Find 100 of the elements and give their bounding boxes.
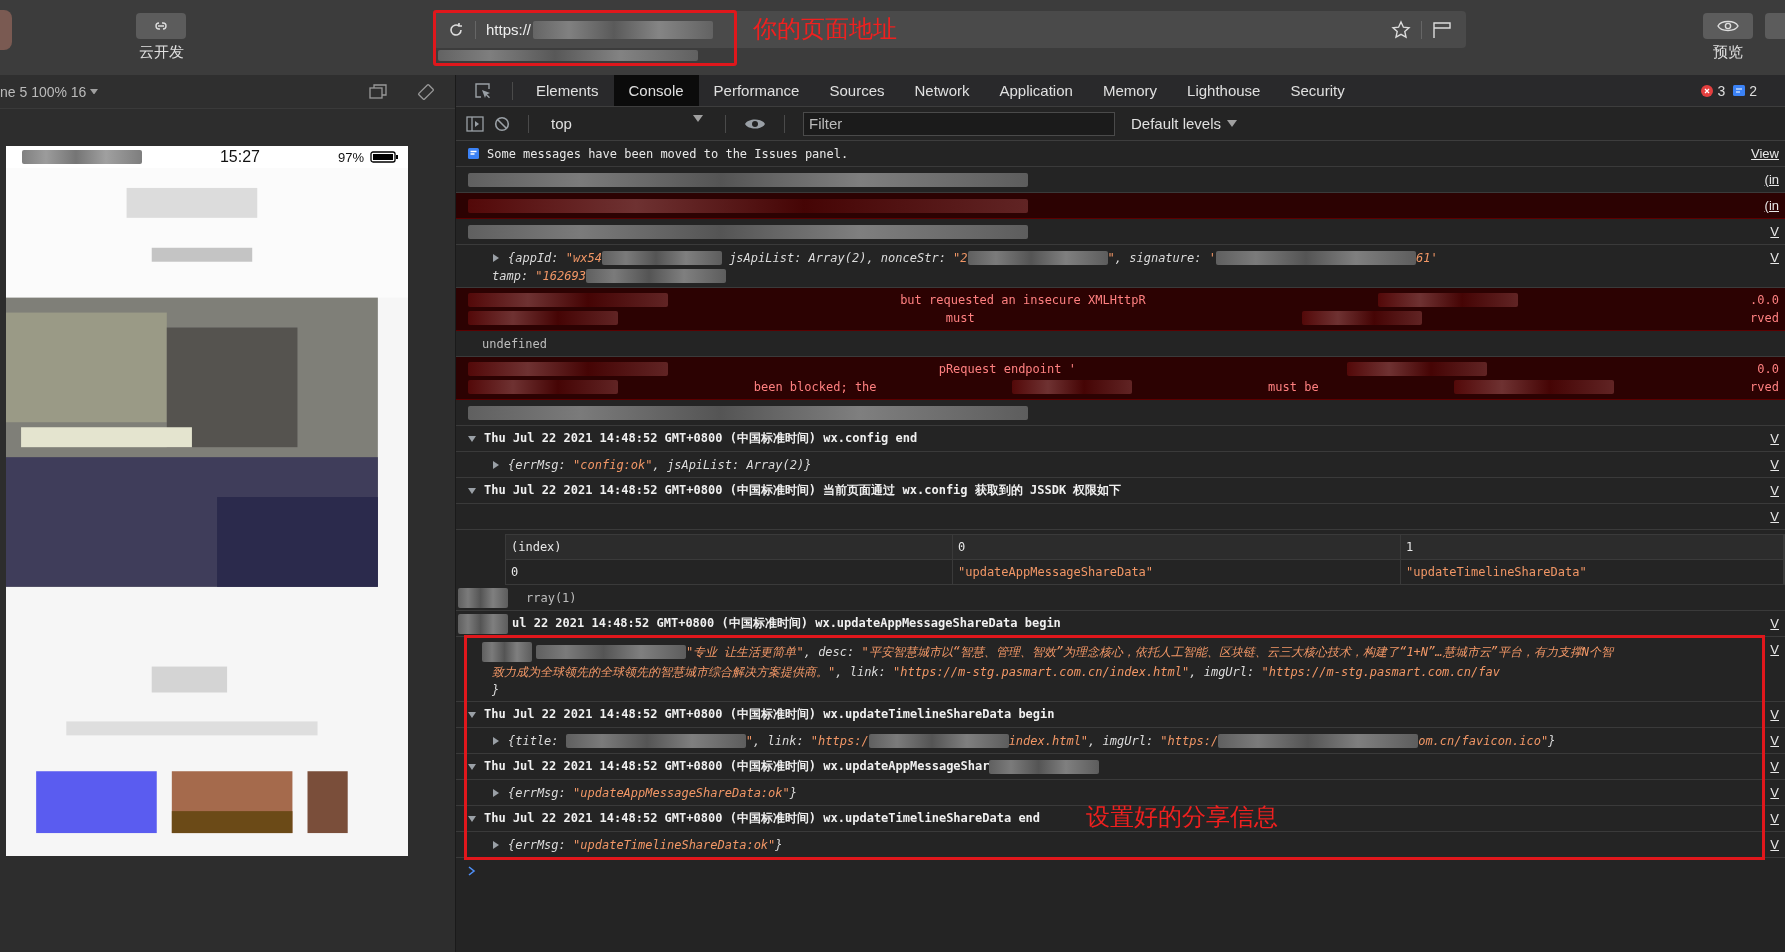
devtools-tab[interactable]: Network xyxy=(899,75,985,106)
source-link[interactable]: (in xyxy=(1764,172,1779,187)
eye-icon xyxy=(1717,19,1739,33)
refresh-icon[interactable] xyxy=(447,20,465,39)
log-group-title[interactable]: Thu Jul 22 2021 14:48:52 GMT+0800 (中国标准时间) wx.config end xyxy=(484,430,918,447)
object-key-text: , jsApiList: Array(2)} xyxy=(652,457,812,473)
source-link[interactable]: V xyxy=(1770,483,1779,498)
source-link[interactable]: V xyxy=(1770,616,1779,631)
expanded-caret-icon[interactable] xyxy=(468,434,476,443)
console-value: undefined xyxy=(482,336,548,351)
annotation-text: 设置好的分享信息 xyxy=(1086,802,1278,833)
error-count[interactable]: 3 xyxy=(1717,82,1726,99)
context-dropdown[interactable]: top xyxy=(547,115,707,132)
devtools-tab[interactable]: Lighthouse xyxy=(1172,75,1276,106)
devtools-tab[interactable]: Application xyxy=(984,75,1088,106)
log-group-title[interactable]: ul 22 2021 14:48:52 GMT+0800 (中国标准时间) wx.updateAppMessageShareData begin xyxy=(512,615,1061,632)
expanded-caret-icon[interactable] xyxy=(468,762,476,771)
url-text: https:// xyxy=(486,21,532,38)
log-group-title[interactable]: Thu Jul 22 2021 14:48:52 GMT+0800 (中国标准时间) 当前页面通过 wx.config 获取到的 JSSDK 权限如下 xyxy=(484,482,1122,499)
source-link[interactable]: V xyxy=(1770,457,1779,472)
preview-button[interactable] xyxy=(1703,13,1753,39)
expanded-caret-icon[interactable] xyxy=(468,814,476,823)
source-link[interactable]: V xyxy=(1770,759,1779,774)
string-value: "162693 xyxy=(535,268,586,284)
filter-field[interactable]: Filter xyxy=(803,111,1115,136)
string-value: "https://m-stg.pasmart.com.cn/index.html" xyxy=(893,664,1190,680)
console-value: rray(1) xyxy=(526,590,577,605)
object-key-text: , imgUrl: xyxy=(1088,733,1155,749)
device-selector[interactable]: ne 5 100% 16 xyxy=(0,83,99,100)
collapsed-caret-icon[interactable] xyxy=(492,789,500,797)
devtools-tab[interactable]: Elements xyxy=(521,75,614,106)
object-key-text: , desc: xyxy=(803,644,856,660)
collapsed-caret-icon[interactable] xyxy=(492,841,500,849)
dropdown-arrow-icon xyxy=(1227,120,1238,127)
info-count[interactable]: 2 xyxy=(1749,82,1757,99)
source-link[interactable]: View xyxy=(1751,146,1779,161)
devtools-tab[interactable]: Security xyxy=(1275,75,1360,106)
object-key-text: {errMsg: xyxy=(508,837,567,853)
error-message-text: rved xyxy=(1750,310,1779,326)
window-icon[interactable] xyxy=(369,83,387,100)
error-icon[interactable] xyxy=(1701,84,1714,97)
log-group-title[interactable]: Thu Jul 22 2021 14:48:52 GMT+0800 (中国标准时间) wx.updateAppMessageShar xyxy=(484,758,990,775)
error-message-text: must xyxy=(945,310,975,326)
object-key-text: } xyxy=(492,682,500,698)
string-value: index.html" xyxy=(1008,733,1089,749)
error-message-text: but requested an insecure XMLHttpR xyxy=(900,292,1146,308)
source-link[interactable]: V xyxy=(1770,224,1779,239)
clear-icon[interactable] xyxy=(494,115,510,132)
sidebar-icon[interactable] xyxy=(466,115,484,132)
source-link[interactable]: V xyxy=(1770,642,1779,657)
rotate-icon[interactable] xyxy=(417,82,435,101)
message-icon[interactable] xyxy=(1733,84,1746,97)
devtools-tab[interactable]: Sources xyxy=(814,75,900,106)
expanded-caret-icon[interactable] xyxy=(468,710,476,719)
log-group-title[interactable]: Thu Jul 22 2021 14:48:52 GMT+0800 (中国标准时间) wx.updateTimelineShareData end xyxy=(484,810,1041,827)
string-value: "https://m-stg.pasmart.com.cn/fav xyxy=(1261,664,1500,680)
object-key-text: , signature: xyxy=(1114,250,1203,266)
source-link[interactable]: (in xyxy=(1764,198,1779,213)
source-link[interactable]: V xyxy=(1770,431,1779,446)
string-value: om.cn/favicon.ico" xyxy=(1418,733,1549,749)
collapsed-caret-icon[interactable] xyxy=(492,461,500,469)
log-group-title[interactable]: Thu Jul 22 2021 14:48:52 GMT+0800 (中国标准时间) wx.updateTimelineShareData begin xyxy=(484,706,1055,723)
collapsed-caret-icon[interactable] xyxy=(492,737,500,745)
preview-button-label: 预览 xyxy=(1713,43,1743,62)
string-value: "2 xyxy=(953,250,968,266)
string-value: " xyxy=(745,733,754,749)
message-icon xyxy=(468,148,479,159)
battery-icon xyxy=(370,151,398,163)
error-message-text: 0.0 xyxy=(1757,361,1779,377)
star-icon[interactable] xyxy=(1391,19,1411,40)
table-cell: 0 xyxy=(506,560,953,584)
error-message-text: must be xyxy=(1268,379,1319,395)
collapsed-caret-icon[interactable] xyxy=(492,254,500,262)
source-link[interactable]: V xyxy=(1770,250,1779,265)
inspect-icon[interactable] xyxy=(474,81,492,100)
string-value: 致力成为全球领先的全球领先的智慧城市综合解决方案提供商。" xyxy=(492,664,836,680)
source-link[interactable]: V xyxy=(1770,707,1779,722)
devtools-tab[interactable]: Performance xyxy=(698,75,815,106)
string-value: "https:/ xyxy=(1160,733,1219,749)
devtools-tab[interactable]: Memory xyxy=(1087,75,1173,106)
cloud-button[interactable] xyxy=(136,13,186,39)
link-icon xyxy=(152,19,170,33)
source-link[interactable]: V xyxy=(1770,785,1779,800)
error-message-text: pRequest endpoint ' xyxy=(938,361,1076,377)
source-link[interactable]: V xyxy=(1770,811,1779,826)
source-link[interactable]: V xyxy=(1770,509,1779,524)
levels-dropdown[interactable]: Default levels xyxy=(1125,114,1244,133)
source-link[interactable]: V xyxy=(1770,733,1779,748)
prompt-chevron-icon[interactable] xyxy=(468,866,476,876)
column-header: (index) xyxy=(506,535,953,559)
dropdown-arrow-icon xyxy=(693,115,703,122)
object-key-text: } xyxy=(1548,733,1556,749)
flag-icon[interactable] xyxy=(1432,20,1452,39)
source-link[interactable]: V xyxy=(1770,837,1779,852)
string-value: 61' xyxy=(1415,250,1438,266)
expanded-caret-icon[interactable] xyxy=(468,486,476,495)
cloud-button-label: 云开发 xyxy=(138,43,184,62)
string-value: " xyxy=(1107,250,1115,266)
string-value: "专业 让生活更简单" xyxy=(686,644,804,660)
devtools-tab[interactable]: Console xyxy=(613,75,699,106)
